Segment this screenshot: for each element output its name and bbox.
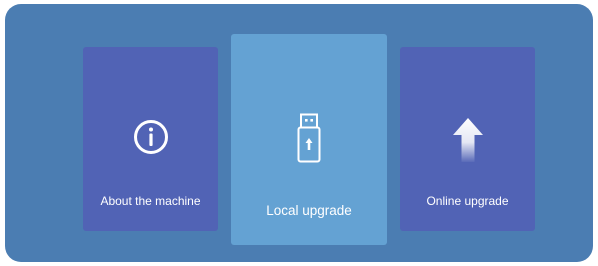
upgrade-menu-panel: About the machine Local upgrade Online u… — [5, 4, 593, 262]
about-the-machine-card[interactable]: About the machine — [83, 47, 218, 231]
info-icon — [133, 120, 168, 154]
local-upgrade-label: Local upgrade — [266, 203, 352, 218]
online-upgrade-card[interactable]: Online upgrade — [400, 47, 535, 231]
online-upgrade-label: Online upgrade — [426, 194, 509, 208]
about-the-machine-label: About the machine — [100, 194, 201, 208]
upload-arrow-icon — [452, 118, 483, 162]
local-upgrade-card[interactable]: Local upgrade — [231, 34, 387, 245]
usb-upgrade-icon — [297, 113, 321, 163]
